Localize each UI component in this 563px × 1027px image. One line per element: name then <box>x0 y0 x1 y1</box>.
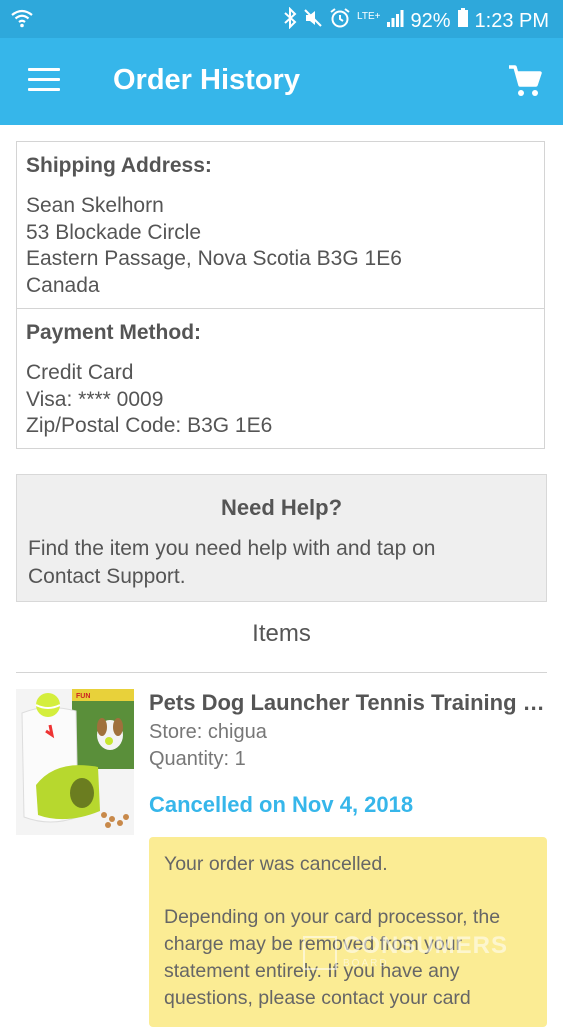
help-title: Need Help? <box>220 495 343 520</box>
svg-text:FUN: FUN <box>76 693 90 700</box>
shipping-street: 53 Blockade Circle <box>26 220 202 244</box>
payment-card: Visa: **** 0009 <box>26 387 164 411</box>
bluetooth-icon <box>283 6 297 35</box>
shipping-country: Canada <box>26 274 100 298</box>
mute-icon <box>303 8 323 34</box>
battery-percent: 92% <box>410 9 451 32</box>
cancellation-notice: Your order was cancelled. Depending on y… <box>149 837 547 1027</box>
menu-icon[interactable] <box>28 68 60 94</box>
shipping-section: Shipping Address: Sean Skelhorn 53 Block… <box>17 142 544 309</box>
items-heading: Items <box>252 620 311 647</box>
item-quantity: Quantity: 1 <box>149 748 246 770</box>
page-title: Order History <box>113 64 300 96</box>
shipping-city: Eastern Passage, Nova Scotia B3G 1E6 <box>26 247 402 271</box>
alarm-icon <box>329 7 351 35</box>
order-info-box: Shipping Address: Sean Skelhorn 53 Block… <box>16 141 545 449</box>
divider <box>16 672 547 673</box>
clock: 1:23 PM <box>474 9 549 32</box>
battery-icon <box>457 8 469 34</box>
cart-icon[interactable] <box>507 64 543 98</box>
signal-icon <box>386 8 404 34</box>
notice-line-2: Depending on your card processor, the ch… <box>164 906 501 1009</box>
wifi-icon <box>10 8 34 33</box>
app-bar: Order History <box>0 38 563 125</box>
payment-zip: Zip/Postal Code: B3G 1E6 <box>26 414 273 438</box>
dog-ball-launcher-image[interactable]: FUN <box>16 689 134 835</box>
item-status: Cancelled on Nov 4, 2018 <box>149 792 414 817</box>
payment-details: Credit Card Visa: **** 0009 Zip/Postal C… <box>26 360 272 440</box>
status-bar: LTE+ 92% 1:23 PM <box>0 0 563 38</box>
payment-type: Credit Card <box>26 361 134 384</box>
notice-line-1: Your order was cancelled. <box>164 853 388 875</box>
network-label: LTE+ <box>357 11 381 22</box>
payment-heading: Payment Method: <box>26 321 202 344</box>
shipping-address: Sean Skelhorn 53 Blockade Circle Eastern… <box>26 193 402 300</box>
shipping-name: Sean Skelhorn <box>26 194 164 217</box>
payment-section: Payment Method: Credit Card Visa: **** 0… <box>17 309 544 450</box>
help-text: Find the item you need help with and tap… <box>28 537 436 588</box>
item-title[interactable]: Pets Dog Launcher Tennis Training Machin… <box>149 690 549 716</box>
shipping-heading: Shipping Address: <box>26 154 212 177</box>
item-store: Store: chigua <box>149 721 267 743</box>
need-help-box: Need Help? Find the item you need help w… <box>16 474 547 602</box>
